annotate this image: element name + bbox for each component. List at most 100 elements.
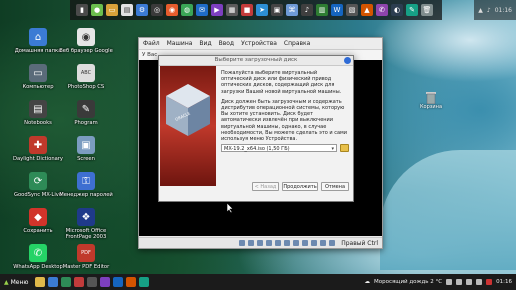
taskbar-virtualbox-icon[interactable]	[113, 277, 124, 287]
dock-audio-icon[interactable]: ♪	[301, 4, 313, 16]
dock-editor-icon[interactable]: ✎	[406, 4, 418, 16]
dock-camera-icon[interactable]: ◎	[151, 4, 163, 16]
desktop-icon-label: Master PDF Editor	[62, 264, 110, 270]
optical-status-icon[interactable]	[248, 240, 255, 246]
phogram-icon: ✎	[77, 100, 95, 118]
desktop-icon-label: Сохранить	[23, 228, 53, 234]
screen-icon: ▣	[77, 136, 95, 154]
col2-desktop-icon-5[interactable]: ❖ Microsoft Office FrontPage 2003	[56, 208, 116, 240]
dock-media-icon[interactable]: ▶	[211, 4, 223, 16]
cancel-button[interactable]: Отмена	[321, 182, 349, 191]
dock-files-icon[interactable]: ▭	[106, 4, 118, 16]
tray-volume-icon[interactable]: ♪	[487, 7, 491, 14]
taskbar-tray: ☁ Моросящий дождь 2 °C 01:16	[365, 279, 516, 285]
shared-folder-status-icon[interactable]	[284, 240, 291, 246]
taskbar-files-icon[interactable]	[35, 277, 46, 287]
photoshop-icon: ABC	[77, 64, 95, 82]
dock-pdf-icon[interactable]: ■	[241, 4, 253, 16]
recording-status-icon[interactable]	[302, 240, 309, 246]
tray-clipboard-icon[interactable]	[456, 279, 463, 285]
dock-mail-icon[interactable]: ✉	[196, 4, 208, 16]
tray-language-flag-icon[interactable]	[486, 279, 493, 285]
menu-file[interactable]: Файл	[143, 40, 160, 47]
display-status-icon[interactable]	[293, 240, 300, 246]
top-clock[interactable]: 01:16	[495, 7, 512, 14]
dock-steam-icon[interactable]: ◐	[391, 4, 403, 16]
dock-document-icon[interactable]: ▤	[121, 4, 133, 16]
browse-folder-button[interactable]	[340, 144, 349, 152]
dock-chat-icon[interactable]: ✆	[376, 4, 388, 16]
start-button[interactable]: Продолжить	[282, 182, 318, 191]
hdd-status-icon[interactable]	[239, 240, 246, 246]
virtualbox-cube-icon: ORACLE	[166, 84, 210, 136]
vm-menubar: Файл Машина Вид Ввод Устройства Справка	[139, 38, 382, 50]
start-menu-button[interactable]: ▲ Меню	[0, 279, 32, 286]
taskbar-editor-icon[interactable]	[139, 277, 150, 287]
virtualbox-art: ORACLE	[160, 66, 216, 186]
menu-devices[interactable]: Устройства	[241, 40, 277, 47]
mouse-integration-icon[interactable]	[320, 240, 327, 246]
col2-desktop-icon-3[interactable]: ▣ Screen	[56, 136, 116, 162]
taskbar-terminal-icon[interactable]	[87, 277, 98, 287]
col2-desktop-icon-1[interactable]: ABC PhotoShop CS	[56, 64, 116, 90]
dialog-paragraph-2: Диск должен быть загрузочным и содержать…	[221, 98, 348, 143]
dock-vlc-icon[interactable]: ▲	[361, 4, 373, 16]
tray-network-icon[interactable]	[466, 279, 473, 285]
dock-terminal-icon[interactable]: ▮	[76, 4, 88, 16]
desktop-icon-label: Microsoft Office FrontPage 2003	[65, 228, 107, 240]
cpu-status-icon[interactable]	[311, 240, 318, 246]
top-dock: ▮ ● ▭ ▤ ⚙ ◎ ◉ ◍ ✉ ▶ ▦ ■ ➤ ▣ ⌘ ♪ ▥ W ▧ ▲ …	[70, 0, 442, 20]
taskbar-vlc-icon[interactable]	[126, 277, 137, 287]
desktop-icon-label: Веб браузер Google	[59, 48, 113, 54]
tray-volume-icon[interactable]	[476, 279, 483, 285]
taskbar-app-icon[interactable]	[61, 277, 72, 287]
desktop-icon-label: GoodSync MX-Live	[13, 192, 63, 198]
pdf-editor-icon: PDF	[77, 244, 95, 262]
top-tray: ▲ ♪ 01:16	[474, 0, 516, 20]
taskbar-pdf-icon[interactable]	[74, 277, 85, 287]
dock-settings-icon[interactable]: ⚙	[136, 4, 148, 16]
weather-text[interactable]: Моросящий дождь 2 °C	[374, 279, 442, 285]
menu-help[interactable]: Справка	[284, 40, 310, 47]
dock-calculator-icon[interactable]: ▦	[226, 4, 238, 16]
desktop-icon-label: Screen	[77, 156, 95, 162]
dock-firefox-icon[interactable]: ◉	[166, 4, 178, 16]
taskbar-clock[interactable]: 01:16	[496, 279, 512, 285]
mx-logo-icon: ▲	[4, 278, 9, 286]
trash-desktop-icon[interactable]: Корзина	[416, 90, 446, 110]
select-boot-disk-dialog[interactable]: Выберите загрузочный диск ORACLE Пожалуй…	[158, 55, 354, 202]
usb-status-icon[interactable]	[275, 240, 282, 246]
dock-mint-icon[interactable]: ●	[91, 4, 103, 16]
dock-writer-icon[interactable]: W	[331, 4, 343, 16]
menu-view[interactable]: Вид	[199, 40, 211, 47]
dialog-close-icon[interactable]	[344, 57, 351, 64]
dock-trash-icon[interactable]: 🗑	[421, 4, 433, 16]
mouse-cursor-icon	[227, 203, 234, 213]
network-status-icon[interactable]	[266, 240, 273, 246]
col2-desktop-icon-2[interactable]: ✎ Phogram	[56, 100, 116, 126]
dock-telegram-icon[interactable]: ➤	[256, 4, 268, 16]
menu-input[interactable]: Ввод	[219, 40, 234, 47]
keyboard-status-icon[interactable]	[329, 240, 336, 246]
menu-machine[interactable]: Машина	[167, 40, 193, 47]
taskbar-media-icon[interactable]	[100, 277, 111, 287]
desktop-icon-label: PhotoShop CS	[67, 84, 105, 90]
back-button[interactable]: < Назад	[252, 182, 279, 191]
boot-media-select[interactable]: MX-19.2_x64.iso (1,50 ГБ) ▾	[221, 144, 337, 152]
dock-archive-icon[interactable]: ▧	[346, 4, 358, 16]
taskbar-browser-icon[interactable]	[48, 277, 59, 287]
col2-desktop-icon-6[interactable]: PDF Master PDF Editor	[56, 244, 116, 270]
dock-spreadsheet-icon[interactable]: ▥	[316, 4, 328, 16]
dock-monitor-icon[interactable]: ▣	[271, 4, 283, 16]
dialog-paragraph-1: Пожалуйста выберите виртуальный оптическ…	[221, 70, 342, 95]
dock-chrome-icon[interactable]: ◍	[181, 4, 193, 16]
tray-update-icon[interactable]	[446, 279, 453, 285]
dock-network-icon[interactable]: ⌘	[286, 4, 298, 16]
audio-status-icon[interactable]	[257, 240, 264, 246]
tray-network-icon[interactable]: ▲	[478, 7, 483, 14]
col2-desktop-icon-0[interactable]: ◉ Веб браузер Google	[56, 28, 116, 54]
taskbar: ▲ Меню ☁ Моросящий дождь 2 °C 01:16	[0, 274, 516, 290]
col2-desktop-icon-4[interactable]: ⚿ Менеджер паролей	[56, 172, 116, 198]
trash-icon	[426, 92, 436, 104]
desktop-icon-label: Менеджер паролей	[59, 192, 113, 198]
